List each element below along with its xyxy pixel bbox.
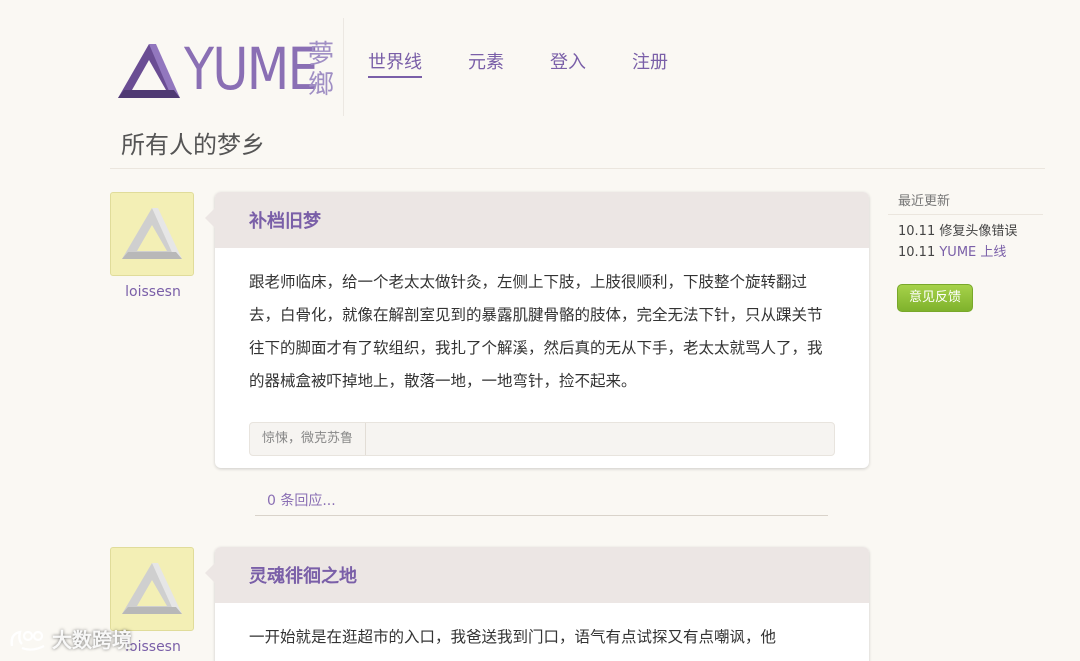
logo-chinese: 夢 鄉 (307, 40, 334, 100)
yume-logo[interactable]: YUME 夢 鄉 (116, 28, 341, 108)
tag-bar: 惊悚，微克苏鲁 (249, 422, 835, 456)
nav-login[interactable]: 登入 (550, 50, 586, 78)
sidebar: 最近更新 10.11 修复头像错误 10.11 YUME 上线 意见反馈 (888, 192, 1043, 312)
sidebar-title: 最近更新 (888, 192, 1043, 215)
title-divider (110, 168, 1045, 169)
post-card: 灵魂徘徊之地 一开始就是在逛超市的入口，我爸送我到门口，语气有点试探又有点嘲讽，… (205, 547, 869, 661)
avatar[interactable] (110, 547, 194, 631)
post-card: 补档旧梦 跟老师临床，给一个老太太做针灸，左侧上下肢，上肢很顺利，下肢整个旋转翻… (205, 192, 869, 468)
site-header: YUME 夢 鄉 世界线 元素 登入 注册 (110, 18, 1045, 118)
post-title[interactable]: 灵魂徘徊之地 (249, 562, 357, 588)
post-body: 一开始就是在逛超市的入口，我爸送我到门口，语气有点试探又有点嘲讽，他 (249, 628, 777, 646)
header-divider (343, 18, 344, 116)
feedback-button[interactable]: 意见反馈 (897, 284, 973, 312)
post-title[interactable]: 补档旧梦 (249, 207, 321, 233)
nav-world-line[interactable]: 世界线 (368, 50, 422, 78)
update-item: 10.11 修复头像错误 (898, 224, 1018, 239)
avatar[interactable] (110, 192, 194, 276)
replies-link[interactable]: 0 条回应... (255, 490, 828, 516)
author-name[interactable]: loissesn (110, 284, 196, 300)
watermark-logo-icon (10, 629, 45, 651)
penrose-triangle-icon (118, 44, 180, 98)
nav-elements[interactable]: 元素 (468, 50, 504, 78)
avatar-triangle-icon (122, 208, 182, 259)
post-header: 灵魂徘徊之地 (215, 547, 869, 603)
update-item: 10.11 YUME 上线 (898, 245, 1007, 260)
main-nav: 世界线 元素 登入 注册 (368, 50, 668, 78)
update-list: 10.11 修复头像错误 10.11 YUME 上线 (888, 221, 1043, 263)
post-header: 补档旧梦 (215, 192, 869, 248)
post-tags[interactable]: 惊悚，微克苏鲁 (250, 423, 367, 455)
avatar-triangle-icon (122, 563, 182, 614)
watermark: 大数跨境 (8, 624, 132, 653)
logo-wordmark: YUME (184, 35, 319, 103)
post-body: 跟老师临床，给一个老太太做针灸，左侧上下肢，上肢很顺利，下肢整个旋转翻过去，白骨… (249, 273, 823, 390)
nav-register[interactable]: 注册 (632, 50, 668, 78)
page-title: 所有人的梦乡 (121, 131, 265, 159)
